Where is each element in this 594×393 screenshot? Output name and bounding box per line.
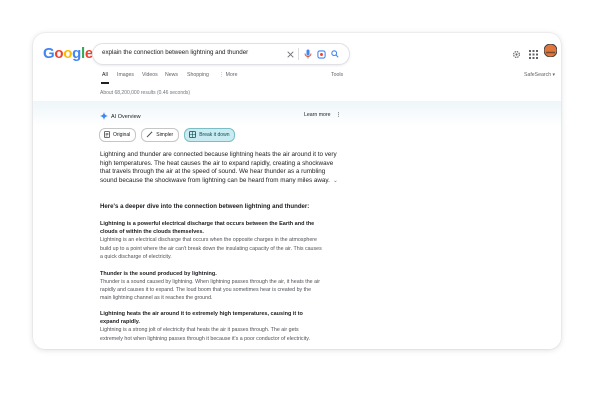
- section-body: Lightning is an electrical discharge tha…: [100, 237, 322, 260]
- chip-label: Break it down: [199, 132, 230, 138]
- chip-break-it-down[interactable]: Break it down: [184, 128, 236, 142]
- section-body: Thunder is a sound caused by lightning. …: [100, 279, 320, 302]
- section-heating: Lightning heats the air around it to ext…: [100, 310, 322, 343]
- logo-letter: o: [63, 45, 73, 62]
- tab-shopping[interactable]: Shopping: [187, 72, 209, 78]
- tools-button[interactable]: Tools: [331, 72, 343, 78]
- search-box[interactable]: explain the connection between lightning…: [92, 43, 350, 65]
- ai-overview-label: AI Overview: [111, 114, 141, 120]
- browser-frame: Google explain the connection between li…: [33, 33, 561, 349]
- divider: [298, 48, 299, 60]
- google-logo[interactable]: Google: [43, 45, 93, 62]
- more-vert-icon[interactable]: ⋮: [336, 112, 341, 118]
- clear-icon[interactable]: [284, 48, 296, 60]
- logo-letter: o: [54, 45, 64, 62]
- search-input[interactable]: explain the connection between lightning…: [102, 49, 248, 56]
- chip-original[interactable]: Original: [99, 128, 137, 142]
- learn-more-link[interactable]: Learn more ⋮: [304, 112, 341, 118]
- chip-simpler[interactable]: Simpler: [141, 128, 180, 142]
- microphone-icon[interactable]: [302, 48, 314, 60]
- ai-summary-text: Lightning and thunder are connected beca…: [100, 151, 337, 185]
- lens-icon[interactable]: [315, 48, 327, 60]
- tab-more[interactable]: ⋮ More: [219, 72, 237, 78]
- wand-icon: [146, 131, 153, 140]
- logo-letter: g: [72, 45, 81, 62]
- section-title: Thunder is the sound produced by lightni…: [100, 271, 217, 277]
- tab-videos[interactable]: Videos: [142, 72, 158, 78]
- logo-letter: G: [43, 45, 55, 62]
- ai-summary: Lightning and thunder are connected beca…: [100, 151, 344, 186]
- document-icon: [104, 130, 110, 140]
- ai-overview-panel: AI Overview Learn more ⋮ Original Simple…: [33, 101, 561, 349]
- sparkle-icon: [100, 112, 108, 122]
- ai-overview-header: AI Overview: [100, 112, 141, 122]
- apps-grid-icon[interactable]: [529, 46, 538, 64]
- search-icon[interactable]: [329, 48, 341, 60]
- section-thunder: Thunder is the sound produced by lightni…: [100, 270, 322, 302]
- link-arrow-icon[interactable]: ⌄: [332, 178, 338, 184]
- view-chips: Original Simpler Break it down: [99, 128, 236, 142]
- section-body: Lightning is a strong jolt of electricit…: [100, 327, 310, 342]
- section-title: Lightning heats the air around it to ext…: [100, 311, 303, 326]
- chip-label: Simpler: [156, 132, 174, 138]
- tab-all[interactable]: All: [102, 72, 108, 78]
- section-title: Lightning is a powerful electrical disch…: [100, 221, 315, 236]
- section-lightning: Lightning is a powerful electrical disch…: [100, 220, 322, 261]
- tab-news[interactable]: News: [165, 72, 178, 78]
- learn-more-label: Learn more: [304, 112, 331, 118]
- grid-icon: [189, 130, 197, 140]
- chip-label: Original: [113, 132, 131, 138]
- active-tab-indicator: [101, 82, 109, 84]
- safesearch-dropdown[interactable]: SafeSearch ▾: [524, 72, 555, 78]
- results-count: About 68,200,000 results (0.46 seconds): [100, 90, 191, 96]
- deeper-dive-heading: Here's a deeper dive into the connection…: [100, 203, 310, 210]
- tab-images[interactable]: Images: [117, 72, 134, 78]
- settings-gear-icon[interactable]: [512, 46, 521, 64]
- account-avatar[interactable]: [543, 43, 558, 62]
